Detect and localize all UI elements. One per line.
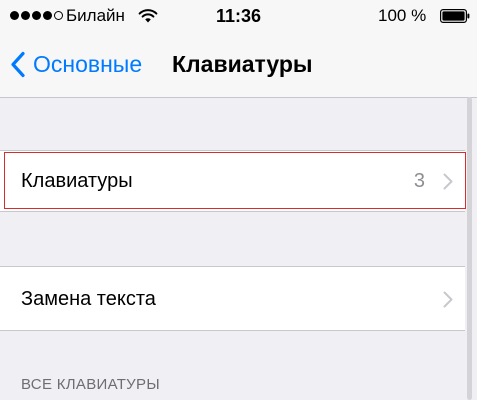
back-button[interactable]: Основные bbox=[10, 48, 142, 80]
scrollbar[interactable] bbox=[467, 97, 472, 400]
settings-screen: Билайн 11:36 100 % Основные Клавиатуры К… bbox=[0, 0, 477, 400]
section-header-all-keyboards: ВСЕ КЛАВИАТУРЫ bbox=[21, 376, 160, 393]
keyboards-row-label: Клавиатуры bbox=[21, 170, 133, 192]
status-bar: Билайн 11:36 100 % bbox=[0, 0, 477, 34]
battery-icon bbox=[440, 9, 470, 23]
chevron-right-icon bbox=[443, 291, 453, 308]
keyboards-count: 3 bbox=[413, 170, 425, 192]
chevron-left-icon bbox=[11, 51, 25, 77]
keyboards-row[interactable]: Клавиатуры 3 bbox=[0, 150, 465, 212]
page-title: Клавиатуры bbox=[172, 51, 313, 77]
navigation-bar: Основные Клавиатуры bbox=[0, 34, 477, 96]
text-replacement-row[interactable]: Замена текста bbox=[0, 266, 465, 331]
text-replacement-row-label: Замена текста bbox=[21, 288, 156, 310]
battery-percent: 100 % bbox=[378, 6, 427, 25]
chevron-right-icon bbox=[443, 173, 453, 190]
back-button-label: Основные bbox=[33, 51, 143, 77]
top-bar: Билайн 11:36 100 % Основные Клавиатуры bbox=[0, 0, 477, 98]
